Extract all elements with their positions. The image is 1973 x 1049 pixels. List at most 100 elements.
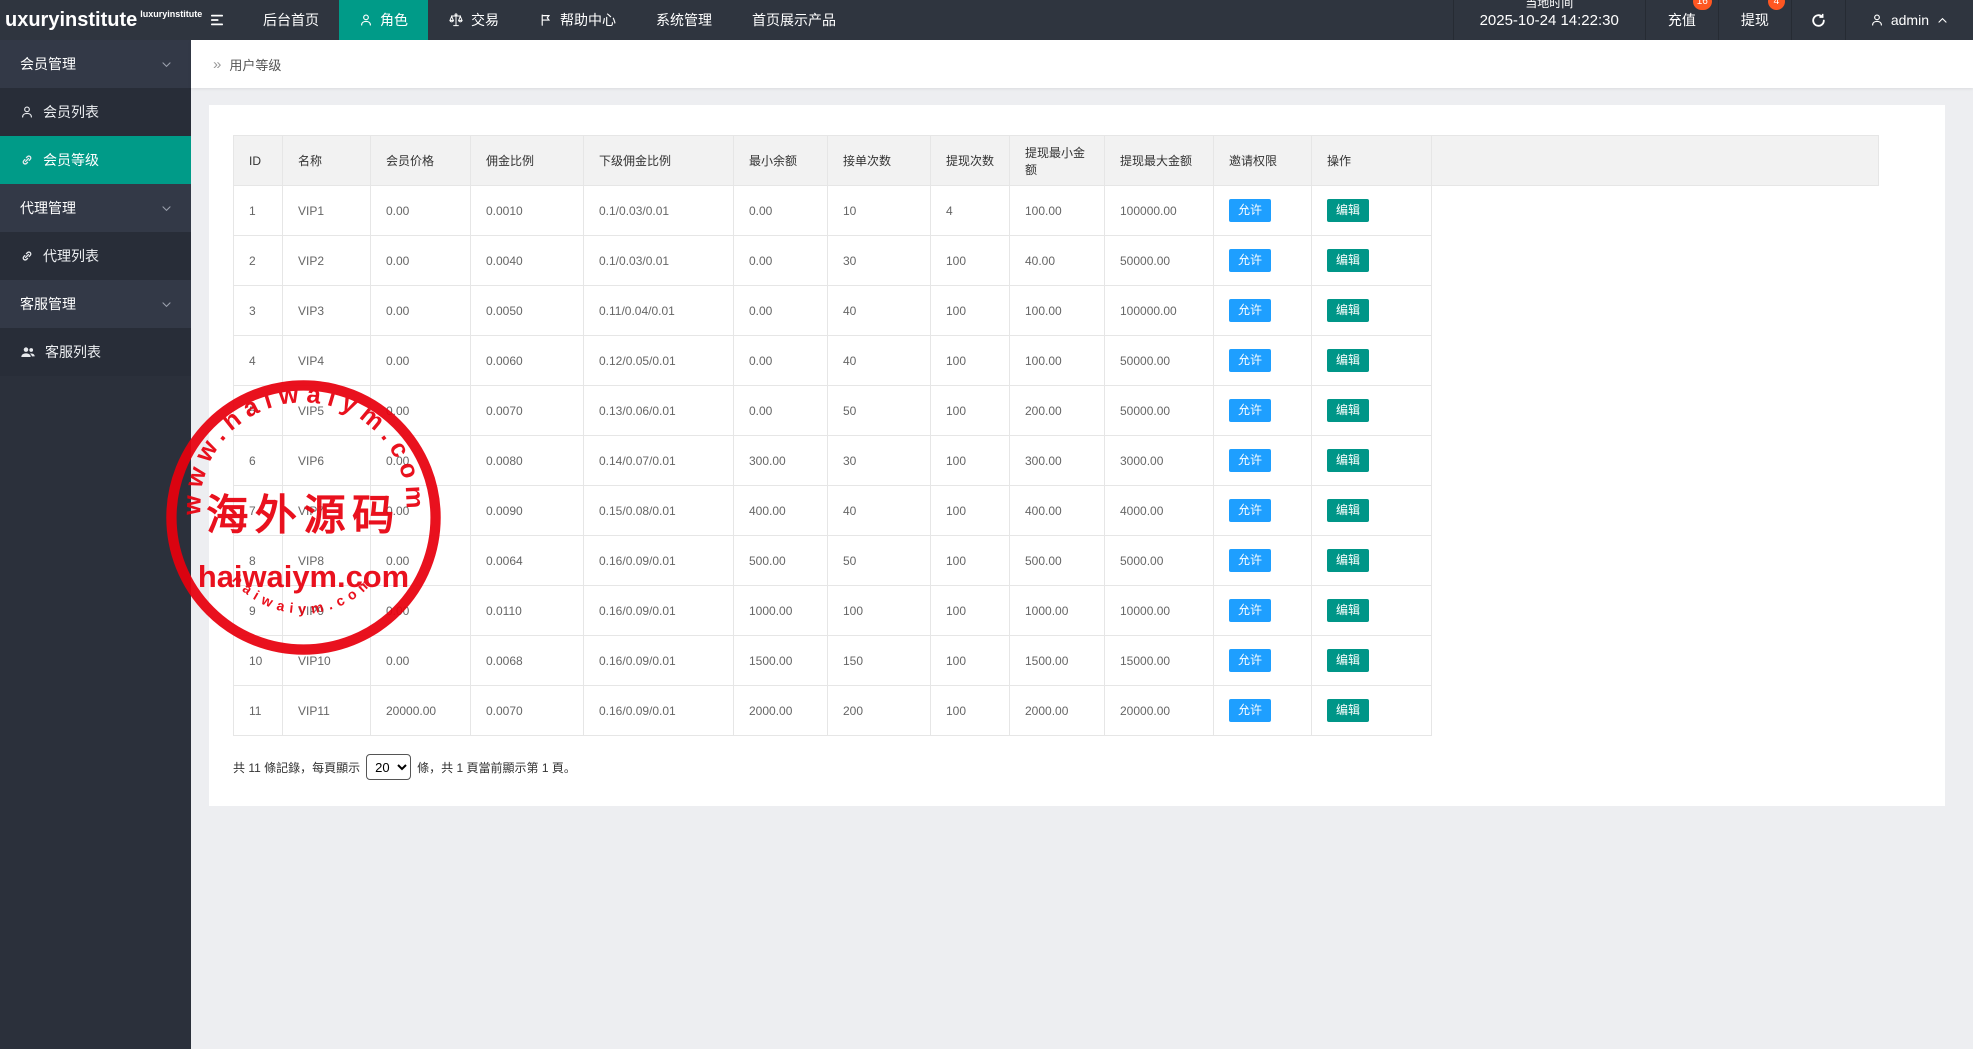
column-header: 提现最大金额 — [1105, 136, 1214, 186]
allow-button[interactable]: 允许 — [1229, 399, 1271, 423]
sidebar-item-agent-list[interactable]: 代理列表 — [0, 232, 191, 280]
allow-button[interactable]: 允许 — [1229, 699, 1271, 723]
table-cell: 7 — [234, 486, 283, 536]
edit-button[interactable]: 编辑 — [1327, 249, 1369, 273]
edit-button[interactable]: 编辑 — [1327, 499, 1369, 523]
table-cell: 15000.00 — [1105, 636, 1214, 686]
topbar-right: 当地时间 2025-10-24 14:22:30 充值 16 提现 4 admi… — [1453, 0, 1973, 40]
column-header: ID — [234, 136, 283, 186]
column-header: 提现次数 — [931, 136, 1010, 186]
nav-item-home-products[interactable]: 首页展示产品 — [732, 0, 856, 40]
menu-toggle-button[interactable] — [191, 0, 243, 40]
nav-item-help-center[interactable]: 帮助中心 — [519, 0, 636, 40]
allow-button[interactable]: 允许 — [1229, 449, 1271, 473]
table-cell: 0.0050 — [471, 286, 584, 336]
table-cell: 100000.00 — [1105, 186, 1214, 236]
sidebar-group-service-mgmt[interactable]: 客服管理 — [0, 280, 191, 328]
chevron-down-icon — [160, 202, 173, 215]
nav-item-home[interactable]: 后台首页 — [243, 0, 339, 40]
table-cell: 30 — [828, 236, 931, 286]
table-cell: 0.00 — [371, 236, 471, 286]
table-cell: VIP6 — [283, 436, 371, 486]
table-cell-empty — [1432, 486, 1879, 536]
page-size-select[interactable]: 20 — [366, 754, 411, 780]
table-cell: 300.00 — [1010, 436, 1105, 486]
table-cell: 0.0060 — [471, 336, 584, 386]
breadcrumb-arrow: » — [213, 56, 221, 73]
edit-button[interactable]: 编辑 — [1327, 549, 1369, 573]
table-cell: 20000.00 — [371, 686, 471, 736]
table-cell: 1500.00 — [734, 636, 828, 686]
scales-icon — [448, 12, 464, 28]
table-cell: 0.16/0.09/0.01 — [584, 586, 734, 636]
sidebar-item-service-list[interactable]: 客服列表 — [0, 328, 191, 376]
sidebar-group-member-mgmt[interactable]: 会员管理 — [0, 40, 191, 88]
withdraw-button[interactable]: 提现 4 — [1718, 0, 1791, 40]
column-header: 最小余额 — [734, 136, 828, 186]
allow-button[interactable]: 允许 — [1229, 249, 1271, 273]
table-cell: 0.00 — [371, 436, 471, 486]
table-header-row: ID名称会员价格佣金比例下级佣金比例最小余额接单次数提现次数提现最小金额提现最大… — [234, 136, 1879, 186]
column-header: 佣金比例 — [471, 136, 584, 186]
table-cell: 0.00 — [371, 586, 471, 636]
sidebar-item-member-list[interactable]: 会员列表 — [0, 88, 191, 136]
allow-button[interactable]: 允许 — [1229, 599, 1271, 623]
invite-permission-cell: 允许 — [1214, 386, 1312, 436]
table-cell: VIP5 — [283, 386, 371, 436]
invite-permission-cell: 允许 — [1214, 686, 1312, 736]
edit-button[interactable]: 编辑 — [1327, 299, 1369, 323]
edit-button[interactable]: 编辑 — [1327, 449, 1369, 473]
allow-button[interactable]: 允许 — [1229, 499, 1271, 523]
column-header: 邀请权限 — [1214, 136, 1312, 186]
person-icon — [359, 13, 373, 27]
table-cell: 400.00 — [1010, 486, 1105, 536]
refresh-button[interactable] — [1791, 0, 1845, 40]
pagination-suffix: 條，共 1 頁當前顯示第 1 頁。 — [417, 759, 576, 776]
invite-permission-cell: 允许 — [1214, 486, 1312, 536]
table-cell: VIP1 — [283, 186, 371, 236]
edit-button[interactable]: 编辑 — [1327, 599, 1369, 623]
table-cell: 100 — [828, 586, 931, 636]
table-cell: VIP11 — [283, 686, 371, 736]
allow-button[interactable]: 允许 — [1229, 349, 1271, 373]
sidebar-group-agent-mgmt[interactable]: 代理管理 — [0, 184, 191, 232]
nav-item-trade[interactable]: 交易 — [428, 0, 519, 40]
edit-button[interactable]: 编辑 — [1327, 649, 1369, 673]
allow-button[interactable]: 允许 — [1229, 549, 1271, 573]
table-cell: 50 — [828, 536, 931, 586]
nav-item-roles[interactable]: 角色 — [339, 0, 428, 40]
allow-button[interactable]: 允许 — [1229, 199, 1271, 223]
table-cell: 40.00 — [1010, 236, 1105, 286]
column-header: 提现最小金额 — [1010, 136, 1105, 186]
edit-button[interactable]: 编辑 — [1327, 399, 1369, 423]
flag-icon — [539, 13, 553, 27]
edit-button[interactable]: 编辑 — [1327, 199, 1369, 223]
allow-button[interactable]: 允许 — [1229, 299, 1271, 323]
column-header: 下级佣金比例 — [584, 136, 734, 186]
table-cell: 3 — [234, 286, 283, 336]
logo-sup-text: luxuryinstitute — [140, 9, 202, 19]
table-cell: 9 — [234, 586, 283, 636]
sidebar-item-member-level[interactable]: 会员等级 — [0, 136, 191, 184]
refresh-icon — [1810, 12, 1827, 29]
app-logo: uxuryinstituteluxuryinstitute — [0, 0, 191, 40]
edit-button[interactable]: 编辑 — [1327, 699, 1369, 723]
content-card: ID名称会员价格佣金比例下级佣金比例最小余额接单次数提现次数提现最小金额提现最大… — [209, 105, 1945, 806]
table-cell: 40 — [828, 486, 931, 536]
edit-button[interactable]: 编辑 — [1327, 349, 1369, 373]
table-cell: VIP9 — [283, 586, 371, 636]
allow-button[interactable]: 允许 — [1229, 649, 1271, 673]
user-level-table: ID名称会员价格佣金比例下级佣金比例最小余额接单次数提现次数提现最小金额提现最大… — [233, 135, 1879, 736]
recharge-button[interactable]: 充值 16 — [1645, 0, 1718, 40]
table-cell: 0.15/0.08/0.01 — [584, 486, 734, 536]
local-time-label: 当地时间 — [1480, 0, 1619, 11]
table-cell: VIP3 — [283, 286, 371, 336]
nav-item-system[interactable]: 系统管理 — [636, 0, 732, 40]
table-cell: 0.0064 — [471, 536, 584, 586]
user-menu[interactable]: admin — [1845, 0, 1973, 40]
action-cell: 编辑 — [1312, 386, 1432, 436]
table-cell: 3000.00 — [1105, 436, 1214, 486]
table-cell: 500.00 — [734, 536, 828, 586]
table-cell: 1500.00 — [1010, 636, 1105, 686]
table-cell: 6 — [234, 436, 283, 486]
